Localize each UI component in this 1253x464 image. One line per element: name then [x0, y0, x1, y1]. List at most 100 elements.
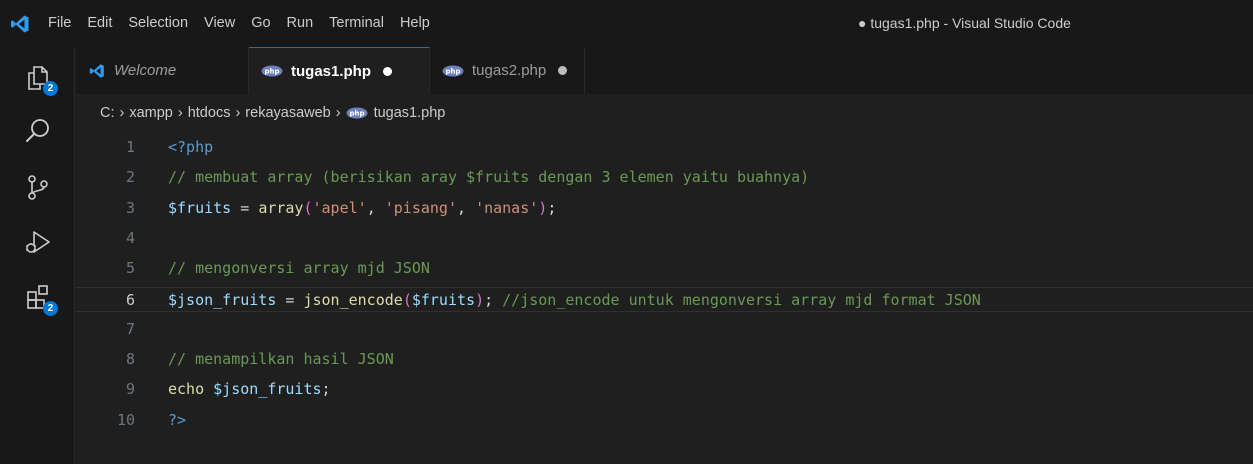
- code-line[interactable]: 9 echo $json_fruits;: [76, 377, 1253, 402]
- menu-help[interactable]: Help: [392, 0, 438, 47]
- code-token: ;: [321, 380, 331, 399]
- code-line[interactable]: 2 // membuat array (berisikan aray $fruit…: [76, 165, 1253, 190]
- source-control-icon: [27, 175, 48, 200]
- unsaved-dot-icon[interactable]: [383, 66, 393, 76]
- menu-terminal[interactable]: Terminal: [321, 0, 392, 47]
- code-text: $json_fruits = json_encode($fruits); //j…: [168, 288, 981, 313]
- code-token: (: [402, 290, 412, 309]
- window-title: ● tugas1.php - Visual Studio Code: [858, 15, 1071, 31]
- title-bar: File Edit Selection View Go Run Terminal…: [0, 0, 1253, 47]
- code-token: ;: [484, 290, 503, 309]
- svg-text:php: php: [264, 68, 279, 76]
- line-number: 10: [116, 410, 135, 429]
- tab-tugas1-php[interactable]: php tugas1.php: [249, 47, 430, 94]
- code-token: ): [538, 198, 548, 217]
- source-control-button[interactable]: [0, 160, 75, 214]
- vscode-logo-icon: [0, 0, 40, 47]
- line-number: 1: [125, 138, 135, 156]
- code-token: // membuat array (berisikan aray $fruits…: [168, 168, 810, 187]
- menu-edit[interactable]: Edit: [79, 0, 120, 47]
- code-editor[interactable]: 1 <?php 2 // membuat array (berisikan aray …: [76, 132, 1253, 432]
- svg-text:php: php: [349, 110, 364, 118]
- code-line[interactable]: 1 <?php: [76, 135, 1253, 160]
- menu-bar: File Edit Selection View Go Run Terminal…: [40, 0, 438, 47]
- code-token: $fruits: [168, 198, 232, 217]
- chevron-right-icon: ›: [335, 105, 341, 121]
- code-token: 'pisang': [384, 198, 457, 217]
- breadcrumb: C: › xampp › htdocs › rekayasaweb › php …: [100, 94, 445, 132]
- code-token: ,: [457, 198, 476, 217]
- code-text: // menampilkan hasil JSON: [168, 347, 394, 372]
- code-token: 'apel': [312, 198, 367, 217]
- code-line[interactable]: 7: [76, 317, 1253, 342]
- line-number: 7: [125, 319, 135, 338]
- tab-welcome[interactable]: Welcome: [76, 47, 249, 94]
- code-text: <?php: [168, 135, 213, 160]
- code-token: <?php: [168, 138, 214, 156]
- chevron-right-icon: ›: [235, 105, 241, 121]
- line-number: 2: [125, 168, 135, 187]
- php-icon: php: [442, 65, 464, 76]
- code-token: $json_fruits: [168, 290, 277, 309]
- chevron-right-icon: ›: [119, 105, 125, 121]
- code-token: ;: [547, 198, 557, 217]
- code-text: // membuat array (berisikan aray $fruits…: [168, 165, 809, 190]
- code-token: json_encode: [303, 290, 403, 309]
- menu-file[interactable]: File: [40, 0, 79, 47]
- code-line[interactable]: 3 $fruits = array('apel', 'pisang', 'nana…: [76, 196, 1253, 221]
- tab-tugas2-php[interactable]: php tugas2.php: [430, 47, 585, 94]
- code-token: =: [276, 290, 304, 309]
- line-number: 9: [125, 380, 135, 399]
- menu-selection[interactable]: Selection: [120, 0, 196, 47]
- menu-view[interactable]: View: [196, 0, 243, 47]
- code-token: =: [231, 198, 259, 217]
- chevron-right-icon: ›: [177, 105, 183, 121]
- line-number: 6: [125, 290, 135, 309]
- breadcrumb-item[interactable]: C:: [100, 105, 115, 121]
- code-token: ,: [366, 198, 385, 217]
- line-number: 4: [125, 228, 135, 247]
- code-token: //json_encode untuk mengonversi array mj…: [502, 290, 981, 309]
- code-text: ?>: [168, 408, 186, 433]
- search-button[interactable]: [0, 104, 75, 158]
- code-token: (: [303, 198, 313, 217]
- menu-go[interactable]: Go: [243, 0, 278, 47]
- extensions-badge: 2: [43, 301, 58, 316]
- unsaved-dot-icon[interactable]: [558, 66, 568, 75]
- run-debug-button[interactable]: [0, 215, 75, 269]
- vscode-icon: [89, 63, 104, 78]
- code-line[interactable]: 5 // mengonversi array mjd JSON: [76, 256, 1253, 281]
- code-line[interactable]: 4: [76, 226, 1253, 251]
- breadcrumb-item[interactable]: htdocs: [188, 105, 231, 121]
- extensions-button[interactable]: 2: [0, 269, 75, 323]
- menu-run[interactable]: Run: [279, 0, 322, 47]
- tab-label: tugas2.php: [472, 62, 547, 79]
- code-text: echo $json_fruits;: [168, 377, 331, 402]
- code-text: $fruits = array('apel', 'pisang', 'nanas…: [168, 196, 556, 221]
- editor-tab-bar: Welcome php tugas1.php php tugas2.php: [76, 47, 1253, 94]
- code-token: $json_fruits: [213, 380, 322, 399]
- breadcrumb-item[interactable]: rekayasaweb: [245, 105, 330, 121]
- run-debug-icon: [25, 231, 50, 253]
- code-line[interactable]: 10 ?>: [76, 408, 1253, 433]
- line-number: 8: [125, 350, 135, 369]
- tab-label: Welcome: [114, 62, 177, 79]
- code-token: array: [258, 198, 304, 217]
- php-icon: php: [346, 107, 368, 119]
- line-number: 3: [125, 198, 135, 217]
- svg-text:php: php: [445, 67, 460, 75]
- breadcrumb-item[interactable]: tugas1.php: [374, 105, 446, 121]
- search-icon: [25, 119, 49, 142]
- code-token: // mengonversi array mjd JSON: [168, 259, 430, 278]
- code-line[interactable]: 8 // menampilkan hasil JSON: [76, 347, 1253, 372]
- activity-bar: 2 2: [0, 47, 75, 464]
- breadcrumb-item[interactable]: xampp: [129, 105, 173, 121]
- php-icon: php: [261, 65, 283, 77]
- explorer-button[interactable]: 2: [0, 50, 75, 104]
- code-token: ): [475, 290, 485, 309]
- code-line[interactable]: 6 $json_fruits = json_encode($fruits); //…: [76, 286, 1253, 313]
- code-token: 'nanas': [475, 198, 539, 217]
- code-token: ?>: [168, 410, 187, 429]
- code-token: $fruits: [411, 290, 476, 309]
- code-text: // mengonversi array mjd JSON: [168, 256, 430, 281]
